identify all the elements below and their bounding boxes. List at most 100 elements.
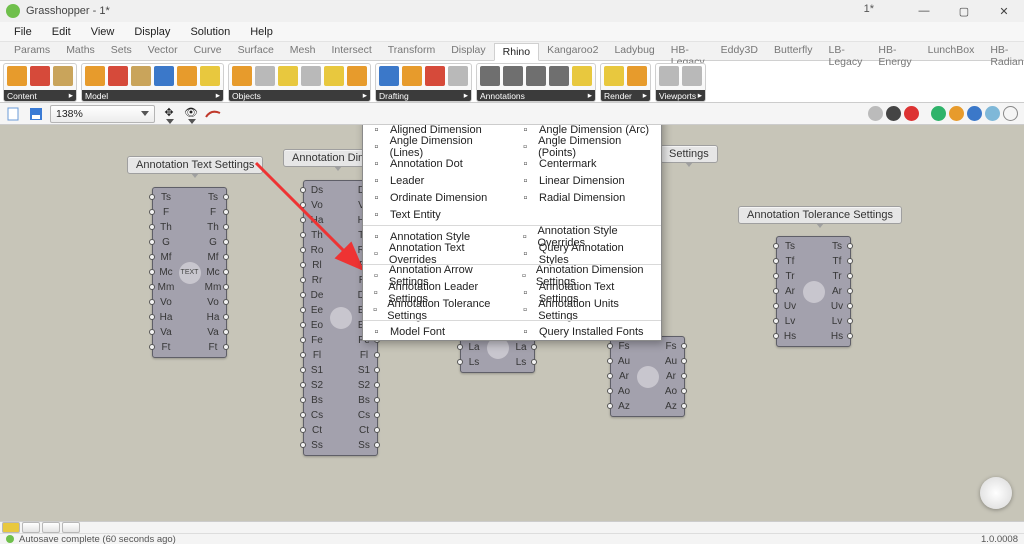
shelf-tool-icon[interactable] (425, 66, 445, 86)
socket[interactable] (149, 299, 155, 305)
socket[interactable] (681, 388, 687, 394)
shelf-tool-icon[interactable] (347, 66, 367, 86)
bottom-btn-3[interactable] (42, 522, 60, 533)
socket[interactable] (847, 318, 853, 324)
socket[interactable] (149, 239, 155, 245)
menu-item-radial-dimension[interactable]: ▫Radial Dimension (512, 189, 661, 206)
socket[interactable] (149, 344, 155, 350)
shelf-tool-icon[interactable] (526, 66, 546, 86)
close-button[interactable]: ✕ (984, 0, 1024, 22)
socket[interactable] (457, 344, 463, 350)
node-annotation-tolerance-settings[interactable]: TsTsTfTfTrTrArArUvUvLvLvHsHs (776, 236, 851, 347)
shelf-tool-icon[interactable] (232, 66, 252, 86)
socket[interactable] (300, 187, 306, 193)
shelf-tool-icon[interactable] (154, 66, 174, 86)
socket[interactable] (300, 307, 306, 313)
maximize-button[interactable]: ▢ (944, 0, 984, 22)
menu-item-linear-dimension[interactable]: ▫Linear Dimension (512, 172, 661, 189)
node-port[interactable]: VaVa (153, 325, 226, 340)
menu-item-annotation-text-overrides[interactable]: ▫Annotation Text Overrides (363, 245, 512, 262)
shelf-tool-icon[interactable] (30, 66, 50, 86)
socket[interactable] (223, 299, 229, 305)
tab-lb-legacy[interactable]: LB-Legacy (821, 42, 871, 60)
socket[interactable] (300, 337, 306, 343)
socket[interactable] (374, 412, 380, 418)
menu-item-angle-dimension-points-[interactable]: ▫Angle Dimension (Points) (512, 138, 661, 155)
node-port[interactable]: SsSs (304, 438, 377, 453)
shelf-group-label[interactable]: Content▸ (4, 90, 76, 101)
socket[interactable] (374, 367, 380, 373)
tab-hb-radiance[interactable]: HB-Radiance (982, 42, 1024, 60)
menu-help[interactable]: Help (242, 25, 281, 39)
node-port[interactable]: FF (153, 205, 226, 220)
tab-lunchbox[interactable]: LunchBox (920, 42, 983, 60)
bottom-btn-2[interactable] (22, 522, 40, 533)
socket[interactable] (773, 318, 779, 324)
tab-surface[interactable]: Surface (230, 42, 282, 60)
socket[interactable] (607, 403, 613, 409)
tab-transform[interactable]: Transform (380, 42, 443, 60)
menu-solution[interactable]: Solution (182, 25, 238, 39)
shelf-tool-icon[interactable] (402, 66, 422, 86)
display-ball-4[interactable] (931, 106, 946, 121)
shelf-tool-icon[interactable] (572, 66, 592, 86)
shelf-group-label[interactable]: Render▸ (601, 90, 650, 101)
socket[interactable] (223, 314, 229, 320)
menu-item-text-entity[interactable]: ▫Text Entity (363, 206, 512, 223)
socket[interactable] (149, 314, 155, 320)
socket[interactable] (300, 397, 306, 403)
tab-maths[interactable]: Maths (58, 42, 103, 60)
display-ball-6[interactable] (967, 106, 982, 121)
tab-ladybug[interactable]: Ladybug (606, 42, 662, 60)
socket[interactable] (773, 303, 779, 309)
shelf-tool-icon[interactable] (108, 66, 128, 86)
tab-rhino[interactable]: Rhino (494, 43, 539, 61)
menu-item-annotation-units-settings[interactable]: ▫Annotation Units Settings (512, 301, 661, 318)
tab-curve[interactable]: Curve (186, 42, 230, 60)
shelf-tool-icon[interactable] (604, 66, 624, 86)
tab-hb-energy[interactable]: HB-Energy (870, 42, 919, 60)
tab-kangaroo2[interactable]: Kangaroo2 (539, 42, 606, 60)
node-port[interactable]: CsCs (304, 408, 377, 423)
socket[interactable] (374, 382, 380, 388)
compass-widget[interactable] (980, 477, 1012, 509)
menu-edit[interactable]: Edit (44, 25, 79, 39)
menu-item-leader[interactable]: ▫Leader (363, 172, 512, 189)
socket[interactable] (681, 343, 687, 349)
socket[interactable] (300, 412, 306, 418)
shelf-tool-icon[interactable] (324, 66, 344, 86)
menu-item-query-installed-fonts[interactable]: ▫Query Installed Fonts (512, 323, 661, 340)
node-port[interactable]: HaHa (153, 310, 226, 325)
socket[interactable] (223, 239, 229, 245)
node-port[interactable]: FsFs (611, 339, 684, 354)
arrows-icon[interactable]: ✥ (161, 106, 177, 122)
node-port[interactable]: TsTs (777, 239, 850, 254)
tab-params[interactable]: Params (6, 42, 58, 60)
socket[interactable] (223, 344, 229, 350)
bottom-btn-4[interactable] (62, 522, 80, 533)
node-port[interactable]: BsBs (304, 393, 377, 408)
socket[interactable] (149, 269, 155, 275)
shelf-group-label[interactable]: Objects▸ (229, 90, 370, 101)
shelf-group-label[interactable]: Drafting▸ (376, 90, 471, 101)
display-ball-8[interactable] (1003, 106, 1018, 121)
node-port[interactable]: S2S2 (304, 378, 377, 393)
sketch-icon[interactable] (205, 106, 221, 122)
socket[interactable] (457, 359, 463, 365)
node-port[interactable]: GG (153, 235, 226, 250)
tab-display[interactable]: Display (443, 42, 493, 60)
zoom-dropdown[interactable]: 138% (50, 105, 155, 123)
canvas[interactable]: Annotation Text Settings Annotation Dime… (0, 125, 1024, 521)
menu-view[interactable]: View (83, 25, 123, 39)
socket[interactable] (531, 359, 537, 365)
socket[interactable] (300, 292, 306, 298)
socket[interactable] (607, 358, 613, 364)
node-port[interactable]: LvLv (777, 314, 850, 329)
socket[interactable] (300, 367, 306, 373)
shelf-tool-icon[interactable] (480, 66, 500, 86)
menu-item-ordinate-dimension[interactable]: ▫Ordinate Dimension (363, 189, 512, 206)
socket[interactable] (149, 224, 155, 230)
tab-intersect[interactable]: Intersect (323, 42, 379, 60)
socket[interactable] (681, 403, 687, 409)
socket[interactable] (300, 247, 306, 253)
